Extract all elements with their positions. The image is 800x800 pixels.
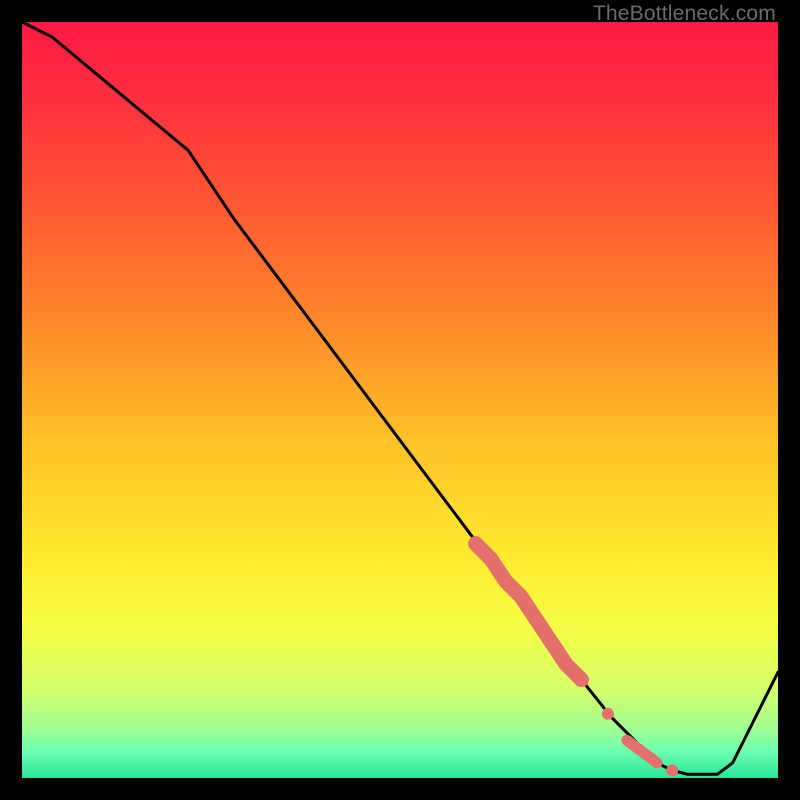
dot-b xyxy=(666,764,678,776)
dot-a xyxy=(602,708,614,720)
bottleneck-chart xyxy=(22,22,778,778)
watermark-label: TheBottleneck.com xyxy=(593,2,776,26)
gradient-background xyxy=(22,22,778,778)
chart-frame xyxy=(22,22,778,778)
